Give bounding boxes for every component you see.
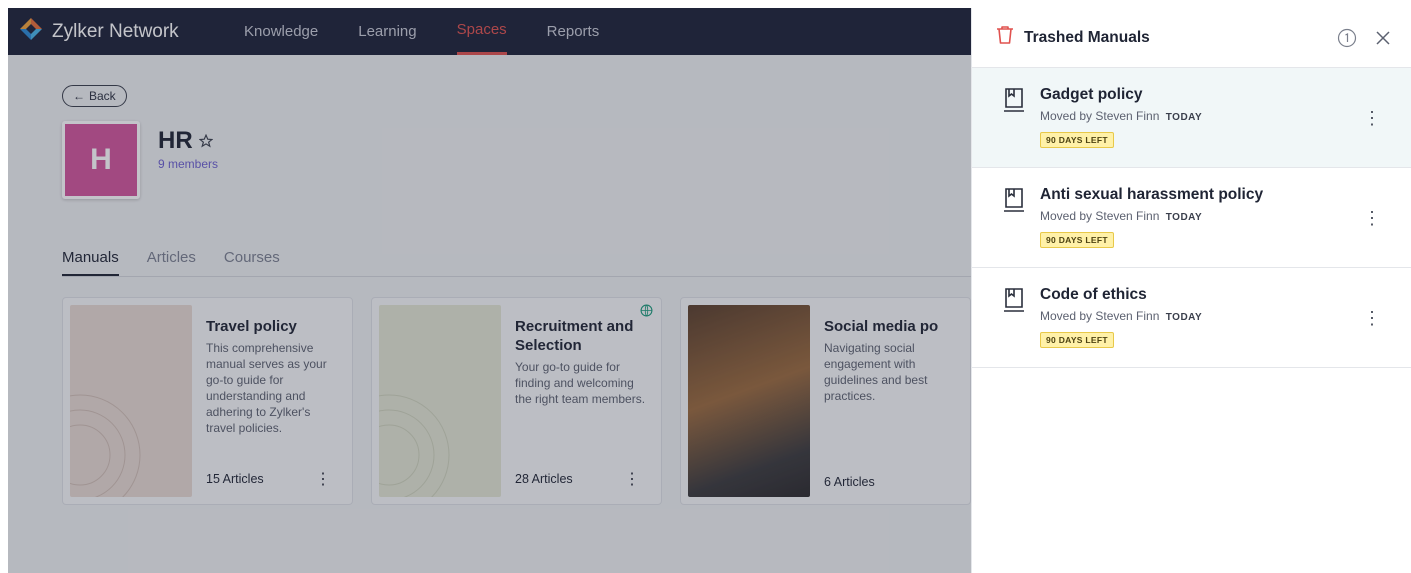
trashed-item-title: Gadget policy [1040,86,1143,103]
app-background: Zylker Network Knowledge Learning Spaces… [8,8,971,573]
trashed-item-body: Anti sexual harassment policy Moved by S… [1040,186,1391,267]
days-left-badge: 90 DAYS LEFT [1040,332,1114,348]
trashed-item-meta: Moved by Steven Finn TODAY [1040,309,1391,323]
panel-title: Trashed Manuals [1024,28,1150,46]
days-left-badge: 90 DAYS LEFT [1040,232,1114,248]
moved-when: TODAY [1165,112,1203,123]
close-icon[interactable] [1375,30,1391,46]
moved-by: Moved by Steven Finn [1040,309,1160,323]
days-left-badge: 90 DAYS LEFT [1040,132,1114,148]
trashed-item-meta: Moved by Steven Finn TODAY [1040,209,1391,223]
trashed-manuals-panel: Trashed Manuals Gadget policy Moved by S… [971,8,1411,573]
manual-book-icon [1002,186,1026,214]
moved-by: Moved by Steven Finn [1040,109,1160,123]
trashed-item-body: Code of ethics Moved by Steven Finn TODA… [1040,286,1391,367]
manual-book-icon [1002,86,1026,114]
info-icon[interactable] [1337,28,1357,48]
trashed-manual-item[interactable]: Code of ethics Moved by Steven Finn TODA… [972,268,1411,368]
more-options-icon[interactable]: ⋮ [1363,308,1381,329]
trashed-manual-item[interactable]: Gadget policy Moved by Steven Finn TODAY… [972,68,1411,168]
more-options-icon[interactable]: ⋮ [1363,208,1381,229]
moved-when: TODAY [1165,312,1203,323]
trashed-item-meta: Moved by Steven Finn TODAY [1040,109,1391,123]
moved-when: TODAY [1165,212,1203,223]
more-options-icon[interactable]: ⋮ [1363,108,1381,129]
modal-overlay[interactable] [8,8,971,573]
trashed-manual-item[interactable]: Anti sexual harassment policy Moved by S… [972,168,1411,268]
trashed-item-title: Code of ethics [1040,286,1147,303]
panel-header: Trashed Manuals [972,8,1411,68]
trash-icon [996,25,1014,50]
manual-book-icon [1002,286,1026,314]
moved-by: Moved by Steven Finn [1040,209,1160,223]
trashed-item-title: Anti sexual harassment policy [1040,186,1264,203]
trashed-item-body: Gadget policy Moved by Steven Finn TODAY… [1040,86,1391,167]
